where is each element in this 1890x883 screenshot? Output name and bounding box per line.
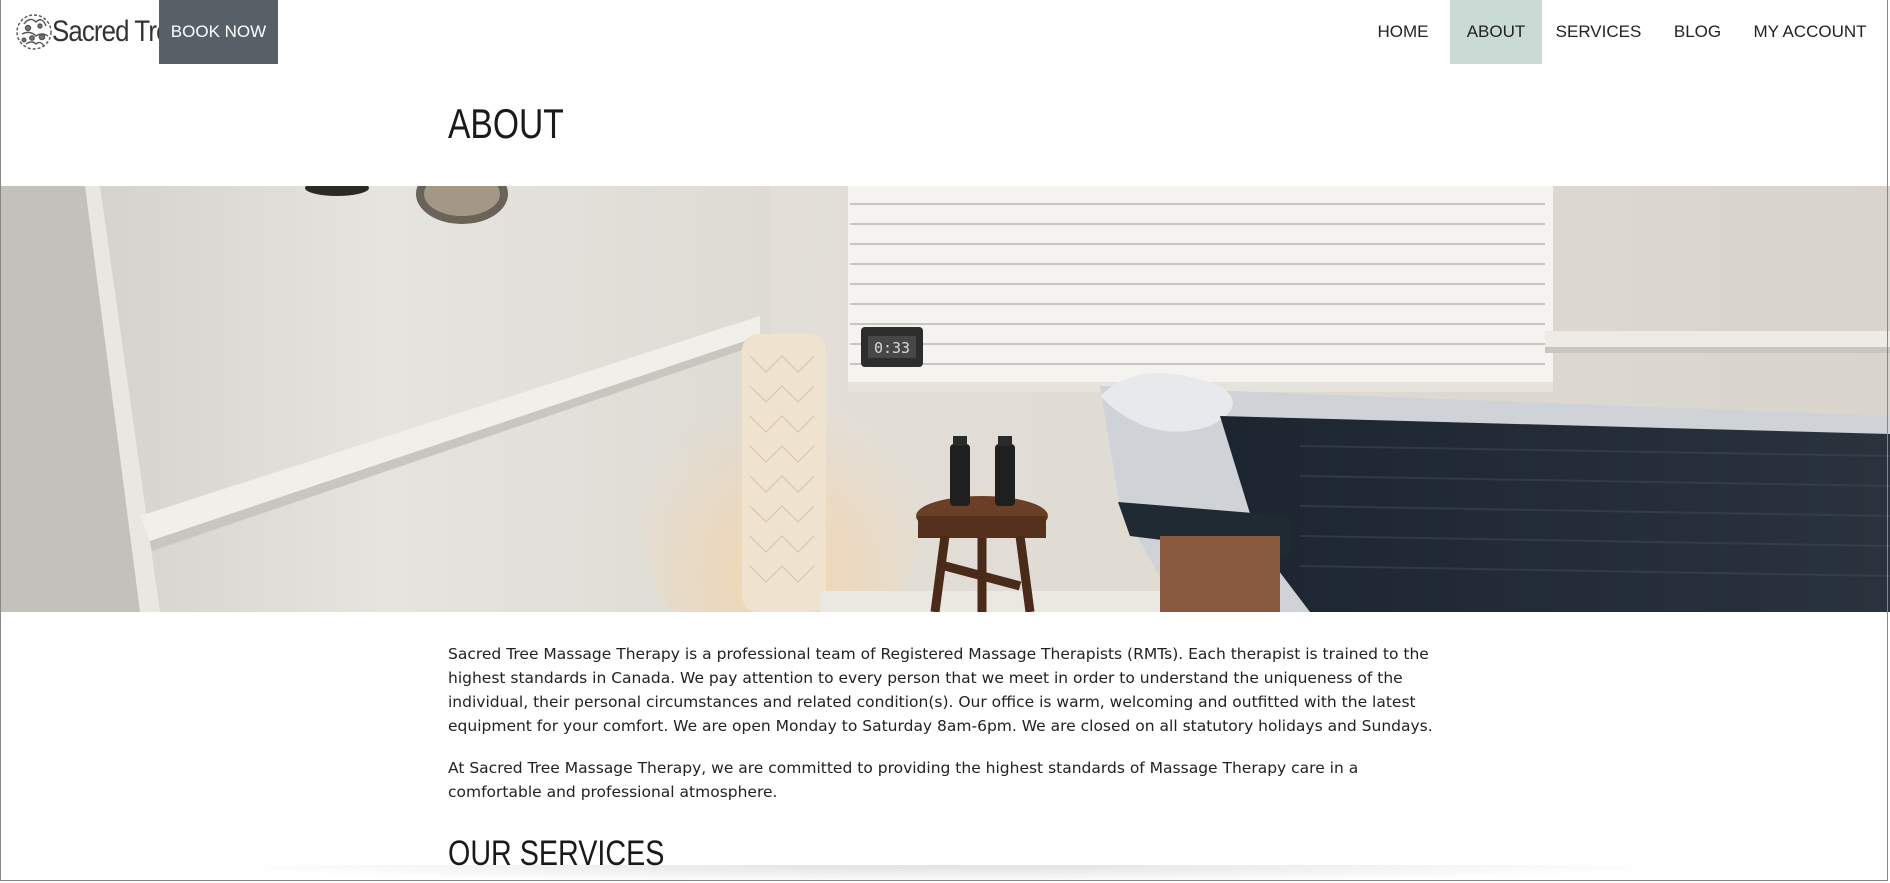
hero-image: 0:33 xyxy=(0,186,1890,612)
nav-my-account[interactable]: MY ACCOUNT xyxy=(1740,0,1880,64)
nav-services[interactable]: SERVICES xyxy=(1542,0,1655,64)
page-title: ABOUT xyxy=(448,100,564,147)
tree-logo-icon xyxy=(16,14,52,50)
clock-display: 0:33 xyxy=(874,339,910,357)
main-nav: HOME ABOUT SERVICES BLOG MY ACCOUNT xyxy=(1356,0,1890,64)
nav-home[interactable]: HOME xyxy=(1356,0,1450,64)
massage-room-photo: 0:33 xyxy=(0,186,1890,612)
nav-about[interactable]: ABOUT xyxy=(1450,0,1542,64)
nav-blog[interactable]: BLOG xyxy=(1655,0,1740,64)
about-paragraph-2: At Sacred Tree Massage Therapy, we are c… xyxy=(448,759,1359,801)
about-content: Sacred Tree Massage Therapy is a profess… xyxy=(448,642,1443,822)
footer-shadow xyxy=(200,865,1690,883)
site-header: Sacred Tree BOOK NOW HOME ABOUT SERVICES… xyxy=(0,0,1890,64)
about-paragraph-1: Sacred Tree Massage Therapy is a profess… xyxy=(448,645,1433,735)
book-now-button[interactable]: BOOK NOW xyxy=(159,0,278,64)
